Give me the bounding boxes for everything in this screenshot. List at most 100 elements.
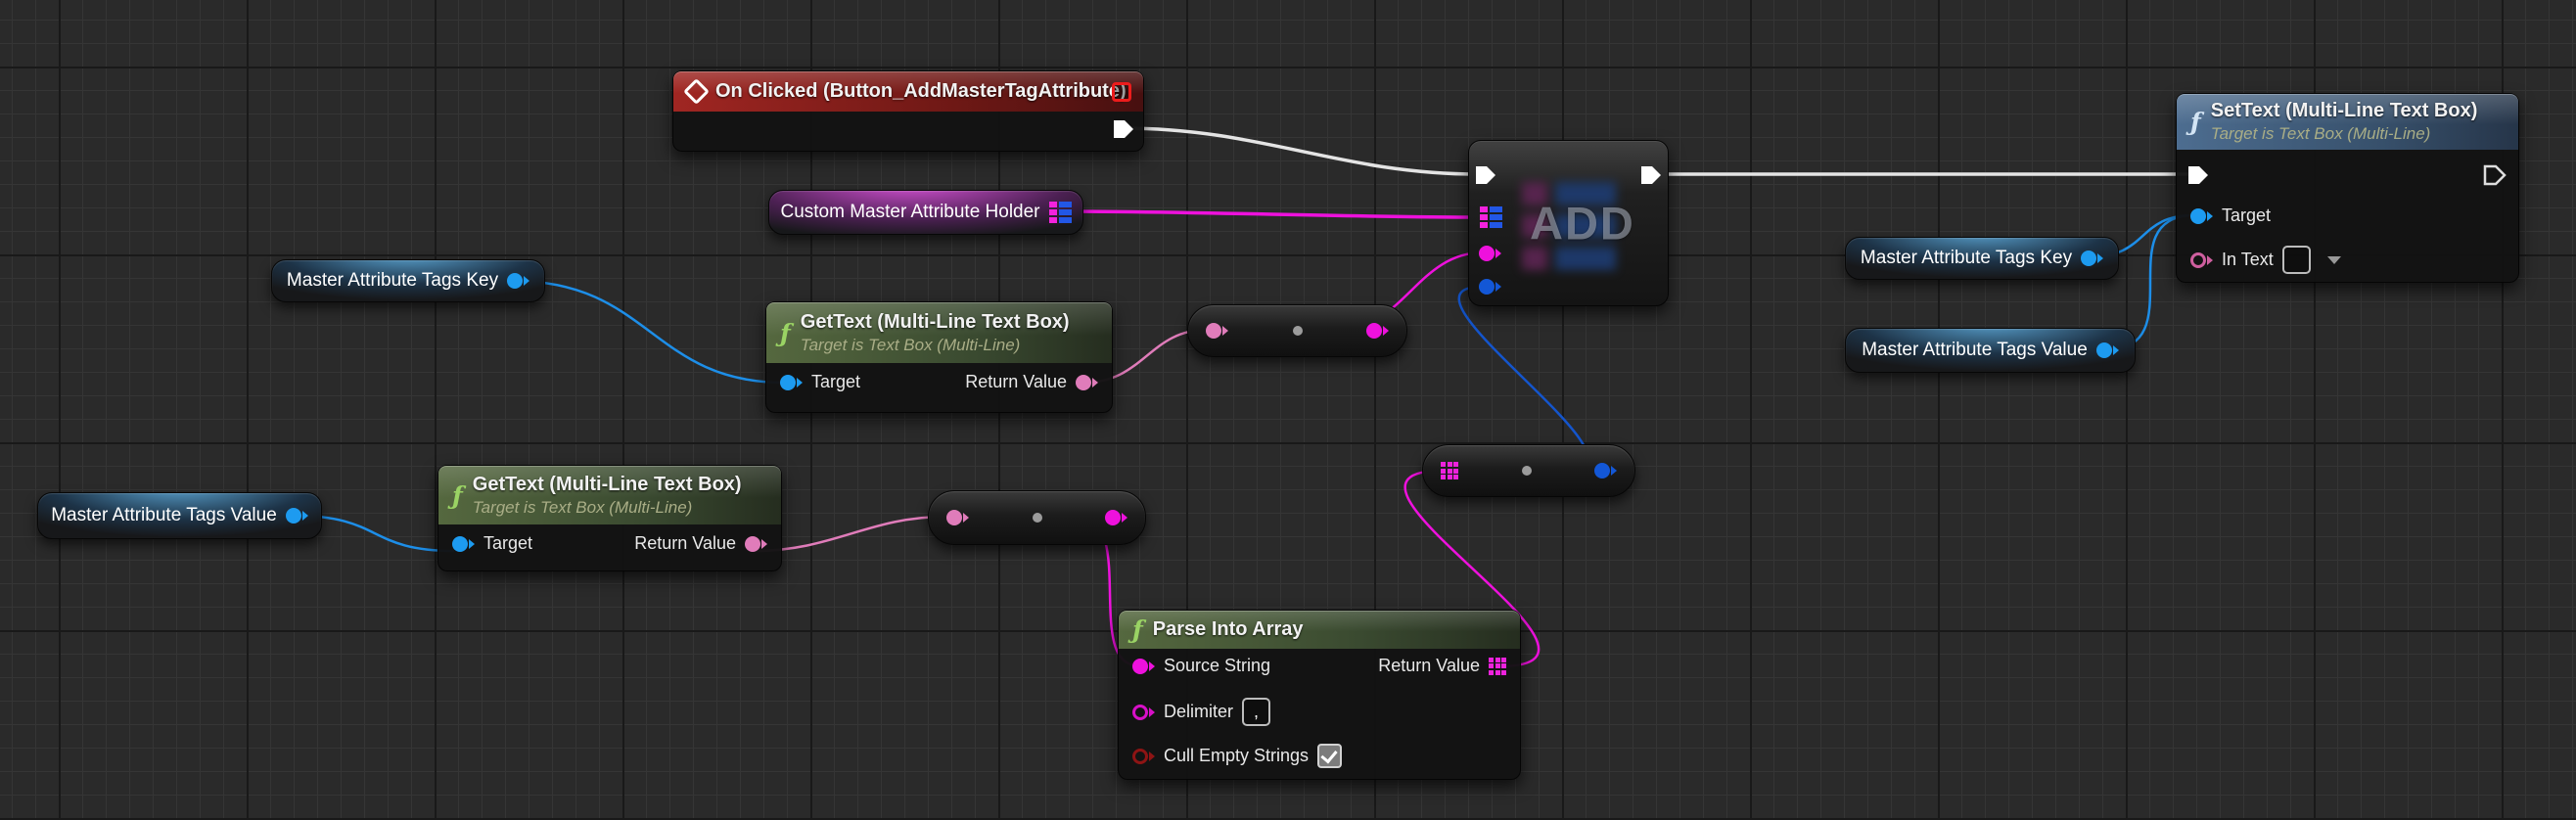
variable-label: Master Attribute Tags Value <box>51 505 277 526</box>
node-text-to-string-conversion-lower[interactable] <box>928 490 1146 545</box>
exec-out-pin[interactable] <box>1639 164 1663 186</box>
node-subtitle: Target is Text Box (Multi-Line) <box>473 497 742 518</box>
event-node-header[interactable]: On Clicked (Button_AddMasterTagAttribute… <box>673 71 1143 112</box>
settext-header[interactable]: ƒ SetText (Multi-Line Text Box) Target i… <box>2177 94 2518 150</box>
blueprint-graph-canvas[interactable]: On Clicked (Button_AddMasterTagAttribute… <box>0 0 2576 820</box>
text-in-pin[interactable] <box>946 510 969 525</box>
wire-key-to-gettext-target[interactable] <box>513 281 784 383</box>
object-out-pin[interactable] <box>1594 463 1617 478</box>
variable-custom-master-attribute-holder[interactable]: Custom Master Attribute Holder <box>768 190 1083 235</box>
target-pin[interactable] <box>452 536 475 552</box>
return-pin-label: Return Value <box>965 372 1067 392</box>
map-pin-out[interactable] <box>1049 202 1072 223</box>
exec-out-pin[interactable] <box>2483 164 2507 186</box>
node-text-to-string-conversion-upper[interactable] <box>1187 304 1407 357</box>
variable-master-attribute-tags-key-right[interactable]: Master Attribute Tags Key <box>1845 237 2119 280</box>
node-subtitle: Target is Text Box (Multi-Line) <box>2211 123 2478 144</box>
event-node-title: On Clicked (Button_AddMasterTagAttribute… <box>715 80 1127 103</box>
target-pin[interactable] <box>2190 208 2213 224</box>
variable-master-attribute-tags-key-left[interactable]: Master Attribute Tags Key <box>271 259 545 302</box>
return-value-pin[interactable] <box>745 536 767 552</box>
return-pin-label: Return Value <box>1378 656 1480 676</box>
text-in-pin[interactable] <box>1206 323 1228 339</box>
gettext-header[interactable]: ƒ GetText (Multi-Line Text Box) Target i… <box>766 302 1112 363</box>
delimiter-pin-row: Delimiter , <box>1132 698 1270 726</box>
target-pin-row: Target <box>452 533 532 554</box>
target-pin-label: Target <box>483 533 532 554</box>
cull-label: Cull Empty Strings <box>1164 746 1309 766</box>
node-title: GetText (Multi-Line Text Box) <box>473 473 742 497</box>
intext-label: In Text <box>2222 250 2274 270</box>
node-title: SetText (Multi-Line Text Box) <box>2211 99 2478 123</box>
delimiter-input[interactable]: , <box>1242 698 1270 726</box>
node-parse-into-array[interactable]: ƒ Parse Into Array Source String Return … <box>1118 610 1521 780</box>
function-icon: ƒ <box>452 483 463 508</box>
object-pin-out[interactable] <box>286 508 308 524</box>
in-text-dropdown-arrow[interactable] <box>2327 256 2341 264</box>
object-pin-out[interactable] <box>507 273 529 289</box>
map-target-pin[interactable] <box>1480 206 1502 228</box>
function-icon: ƒ <box>1132 617 1143 642</box>
event-binding-icon <box>1112 82 1131 102</box>
source-string-pin[interactable] <box>1132 659 1155 674</box>
variable-label: Master Attribute Tags Value <box>1862 340 2088 361</box>
target-pin-label: Target <box>2222 205 2271 226</box>
delimiter-pin[interactable] <box>1132 705 1155 720</box>
in-text-input[interactable] <box>2282 246 2311 274</box>
key-in-pin[interactable] <box>1479 246 1501 261</box>
event-diamond-icon <box>683 78 710 105</box>
in-text-pin[interactable] <box>2190 252 2213 268</box>
variable-label: Custom Master Attribute Holder <box>780 202 1039 223</box>
variable-label: Master Attribute Tags Key <box>287 270 498 292</box>
conversion-dot-icon <box>1033 513 1042 523</box>
target-pin[interactable] <box>780 375 803 390</box>
node-on-clicked-event[interactable]: On Clicked (Button_AddMasterTagAttribute… <box>672 70 1144 152</box>
variable-label: Master Attribute Tags Key <box>1861 248 2072 269</box>
return-value-array-pin[interactable] <box>1489 658 1506 675</box>
return-pin-label: Return Value <box>634 533 736 554</box>
wire-exec-onclicked-to-add[interactable] <box>1123 128 1478 174</box>
delimiter-label: Delimiter <box>1164 702 1233 722</box>
target-pin-label: Target <box>811 372 860 392</box>
exec-in-pin[interactable] <box>2186 164 2210 186</box>
node-subtitle: Target is Text Box (Multi-Line) <box>801 335 1070 355</box>
node-gettext-value[interactable]: ƒ GetText (Multi-Line Text Box) Target i… <box>437 465 782 571</box>
add-watermark-text: ADD <box>1530 197 1635 251</box>
node-title: Parse Into Array <box>1153 618 1304 641</box>
return-pin-row: Return Value <box>1378 656 1506 676</box>
source-string-label: Source String <box>1164 656 1270 676</box>
string-out-pin[interactable] <box>1105 510 1127 525</box>
return-pin-row: Return Value <box>634 533 767 554</box>
source-string-pin-row: Source String <box>1132 656 1270 676</box>
object-pin-out[interactable] <box>2081 251 2103 266</box>
function-icon: ƒ <box>2190 110 2201 134</box>
parse-header[interactable]: ƒ Parse Into Array <box>1119 611 1520 649</box>
cull-empty-strings-pin[interactable] <box>1132 749 1155 764</box>
variable-master-attribute-tags-value-right[interactable]: Master Attribute Tags Value <box>1845 328 2136 373</box>
cull-pin-row: Cull Empty Strings <box>1132 744 1342 768</box>
intext-pin-row: In Text <box>2190 246 2341 274</box>
string-out-pin[interactable] <box>1366 323 1389 339</box>
value-in-pin[interactable] <box>1479 279 1501 295</box>
object-pin-out[interactable] <box>2096 342 2119 358</box>
wire-gettext-value-to-conversion[interactable] <box>755 517 945 551</box>
variable-master-attribute-tags-value-left[interactable]: Master Attribute Tags Value <box>37 492 322 539</box>
exec-in-pin[interactable] <box>1474 164 1497 186</box>
conversion-dot-icon <box>1293 326 1303 336</box>
wire-conversion-to-add-value[interactable] <box>1459 287 1587 470</box>
node-settext[interactable]: ƒ SetText (Multi-Line Text Box) Target i… <box>2176 93 2519 283</box>
node-gettext-key[interactable]: ƒ GetText (Multi-Line Text Box) Target i… <box>765 301 1113 413</box>
node-map-add[interactable]: ADD <box>1468 140 1669 306</box>
target-pin-row: Target <box>2190 205 2271 226</box>
exec-out-pin[interactable] <box>1112 118 1135 140</box>
cull-checkbox-checked[interactable] <box>1317 744 1342 768</box>
string-array-in-pin[interactable] <box>1441 462 1458 479</box>
return-value-pin[interactable] <box>1076 375 1098 390</box>
return-pin-row: Return Value <box>965 372 1098 392</box>
node-array-conversion[interactable] <box>1422 444 1635 497</box>
conversion-dot-icon <box>1522 466 1532 476</box>
gettext-header[interactable]: ƒ GetText (Multi-Line Text Box) Target i… <box>438 466 781 524</box>
target-pin-row: Target <box>780 372 860 392</box>
wire-map-holder-to-add[interactable] <box>1063 211 1482 217</box>
function-icon: ƒ <box>780 321 791 345</box>
